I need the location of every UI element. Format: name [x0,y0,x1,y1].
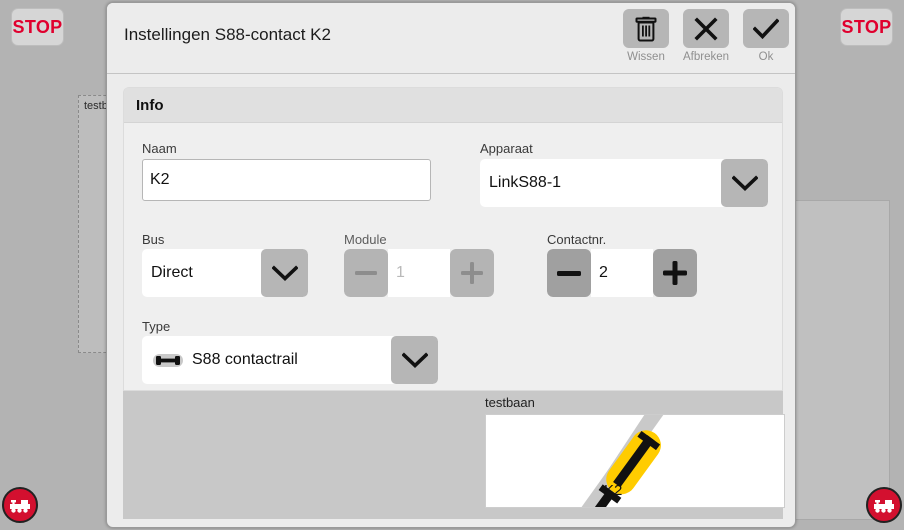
locomotive-icon [10,499,30,513]
module-label: Module [344,232,387,247]
check-icon [753,17,779,39]
apparaat-select-arrow[interactable] [721,159,768,207]
delete-button-face [623,9,669,48]
delete-button-label: Wissen [627,51,665,63]
type-label: Type [142,319,171,334]
stop-button-left[interactable]: STOP [11,8,64,46]
track-preview[interactable]: K2 [485,414,785,508]
module-decrement-button [344,249,388,297]
contactnr-stepper[interactable]: 2 [547,249,697,297]
s88-rail-icon [153,353,183,367]
apparaat-select-value: LinkS88-1 [489,174,562,191]
close-icon [694,16,718,41]
stop-button-right[interactable]: STOP [840,8,893,46]
naam-label: Naam [142,141,177,156]
dialog-toolbar: Wissen Afbreken Ok [620,9,792,63]
ok-button-label: Ok [758,51,774,63]
chevron-down-icon [401,352,428,368]
apparaat-select[interactable]: LinkS88-1 [480,159,768,207]
cancel-button[interactable]: Afbreken [680,9,732,63]
contactnr-value[interactable]: 2 [591,249,653,297]
info-group-header: Info [124,88,782,123]
dialog-titlebar: Instellingen S88-contact K2 Wissen Afbre… [107,3,795,74]
ok-button[interactable]: Ok [740,9,792,63]
trash-icon [635,16,657,41]
locomotive-button-right[interactable] [866,487,902,523]
locomotive-icon [874,499,894,513]
locomotive-button-left[interactable] [2,487,38,523]
type-select-value: S88 contactrail [192,351,298,368]
info-group-title: Info [136,96,164,114]
minus-icon [557,270,581,276]
cancel-button-label: Afbreken [682,51,730,63]
background-right-panel [795,200,890,520]
bus-label: Bus [142,232,165,247]
dialog-title: Instellingen S88-contact K2 [124,25,331,44]
type-select[interactable]: S88 contactrail [142,336,438,384]
info-group: Info Naam K2 Apparaat LinkS88-1 Bus Dire… [123,87,783,391]
chevron-down-icon [731,175,758,191]
ok-button-face [743,9,789,48]
contactnr-increment-button[interactable] [653,249,697,297]
bus-select-value: Direct [151,264,193,281]
module-stepper: 1 [344,249,494,297]
preview-label: testbaan [485,395,535,410]
delete-button[interactable]: Wissen [620,9,672,63]
naam-input[interactable]: K2 [142,159,431,201]
type-select-value-wrapper: S88 contactrail [142,351,391,369]
track-preview-graphic: K2 [581,415,664,507]
plus-icon [461,262,483,284]
settings-dialog: Instellingen S88-contact K2 Wissen Afbre… [106,2,796,528]
module-value: 1 [388,249,450,297]
plus-icon [663,261,687,285]
chevron-down-icon [271,265,298,281]
contact-label: K2 [604,482,622,499]
bus-select-arrow[interactable] [261,249,308,297]
stop-button-left-label: STOP [12,16,63,37]
preview-area: testbaan K2 [123,391,785,519]
bus-select[interactable]: Direct [142,249,308,297]
type-select-arrow[interactable] [391,336,438,384]
module-increment-button [450,249,494,297]
s88-rail-glyph [156,355,180,365]
cancel-button-face [683,9,729,48]
apparaat-label: Apparaat [480,141,533,156]
stop-button-right-label: STOP [841,16,892,37]
contactnr-label: Contactnr. [547,232,607,247]
contactnr-decrement-button[interactable] [547,249,591,297]
minus-icon [355,271,377,275]
